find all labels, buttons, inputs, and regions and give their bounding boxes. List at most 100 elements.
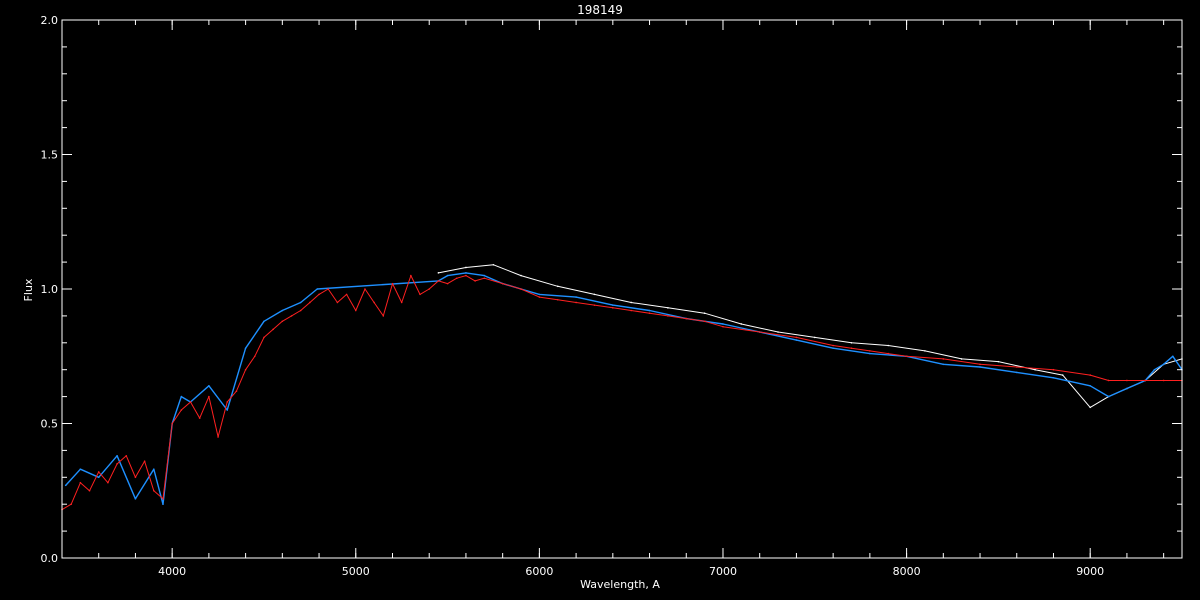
series-2-point bbox=[437, 280, 440, 282]
series-1-point bbox=[483, 274, 486, 277]
series-1-point bbox=[1089, 385, 1091, 387]
series-1-point bbox=[795, 339, 798, 341]
series-2-point bbox=[272, 328, 274, 331]
series-2-point bbox=[364, 288, 366, 290]
series-1-point bbox=[575, 296, 577, 298]
series-2-point bbox=[162, 498, 164, 500]
series-1-point bbox=[446, 274, 449, 277]
series-1-point bbox=[979, 366, 981, 368]
series-2-point bbox=[1126, 379, 1128, 382]
series-2-point bbox=[244, 368, 247, 371]
series-2-point bbox=[455, 277, 458, 280]
series-1-point bbox=[226, 409, 229, 411]
series-1-point bbox=[64, 484, 67, 487]
y-axis-label: Flux bbox=[22, 278, 35, 301]
y-tick-label: 0.5 bbox=[41, 418, 59, 431]
series-2-point bbox=[887, 352, 890, 355]
series-2-point bbox=[446, 282, 449, 285]
series-1-point bbox=[1015, 371, 1018, 374]
series-2-point bbox=[180, 409, 183, 411]
series-1-point bbox=[281, 309, 284, 312]
series-2-point bbox=[235, 390, 238, 393]
series-2-point bbox=[290, 315, 293, 317]
series-2-point bbox=[336, 301, 339, 304]
series-2-point bbox=[116, 463, 118, 465]
y-tick-label: 1.0 bbox=[41, 283, 59, 296]
series-1-point bbox=[299, 301, 302, 304]
series-2-point bbox=[318, 293, 320, 296]
series-0-point bbox=[813, 336, 816, 339]
series-0-point bbox=[924, 350, 926, 352]
series-0-point bbox=[850, 342, 853, 344]
series-1-point bbox=[1107, 395, 1110, 398]
series-2-point bbox=[612, 307, 614, 309]
series-2-point bbox=[685, 317, 688, 320]
series-2-point bbox=[309, 301, 311, 304]
series-0-point bbox=[1089, 406, 1091, 409]
series-2-point bbox=[125, 454, 128, 457]
series-1-point bbox=[162, 503, 164, 506]
series-0-point bbox=[630, 301, 632, 304]
series-1-point bbox=[1126, 387, 1128, 390]
series-2-point bbox=[850, 347, 853, 349]
series-2-point bbox=[556, 298, 559, 301]
series-0-point bbox=[492, 263, 495, 266]
series-2-point bbox=[373, 301, 375, 304]
series-1-point bbox=[153, 468, 155, 471]
series-1-point bbox=[722, 323, 724, 325]
series-2-point bbox=[253, 355, 256, 358]
series-0-point bbox=[520, 274, 522, 277]
series-2-point bbox=[226, 401, 229, 403]
y-tick-label: 0.0 bbox=[41, 552, 59, 565]
series-0-point bbox=[740, 323, 743, 325]
x-axis-label: Wavelength, A bbox=[580, 578, 660, 591]
series-1-point bbox=[832, 347, 834, 349]
series-2-point bbox=[593, 304, 596, 306]
series-1-point bbox=[316, 288, 319, 290]
x-tick-label: 9000 bbox=[1076, 565, 1104, 578]
series-2-point bbox=[575, 301, 577, 304]
series-2-point bbox=[905, 355, 908, 358]
series-1-point bbox=[116, 454, 118, 457]
series-1-point bbox=[942, 363, 945, 366]
series-0-point bbox=[703, 312, 706, 315]
series-2-point bbox=[70, 503, 72, 506]
series-2-point bbox=[520, 288, 522, 290]
series-2-point bbox=[419, 293, 421, 296]
series-2-point bbox=[758, 331, 761, 333]
series-0-point bbox=[437, 272, 440, 274]
series-1-point bbox=[1052, 376, 1055, 379]
chart-title: 198149 bbox=[577, 3, 623, 17]
series-1-point bbox=[1172, 355, 1174, 358]
series-2-point bbox=[134, 476, 137, 479]
series-2-point bbox=[327, 288, 330, 290]
series-1-point bbox=[465, 272, 467, 274]
series-2-point bbox=[354, 309, 357, 312]
series-2-point bbox=[942, 358, 945, 360]
series-2-point bbox=[281, 320, 284, 323]
series-2-point bbox=[97, 471, 100, 473]
series-2-point bbox=[410, 274, 412, 277]
series-2-point bbox=[79, 481, 82, 484]
series-2-point bbox=[391, 282, 394, 285]
series-2-point bbox=[1052, 368, 1055, 371]
series-2-point bbox=[1107, 379, 1110, 382]
series-2-point bbox=[217, 436, 219, 438]
y-tick-label: 2.0 bbox=[41, 14, 59, 27]
series-2-point bbox=[208, 395, 210, 398]
series-1-point bbox=[134, 498, 137, 500]
series-2-point bbox=[501, 282, 504, 285]
series-2-point bbox=[703, 320, 706, 323]
series-1-point bbox=[648, 309, 651, 312]
x-tick-label: 5000 bbox=[342, 565, 370, 578]
series-1-point bbox=[244, 347, 247, 349]
series-1-point bbox=[263, 320, 265, 323]
series-2-point bbox=[198, 417, 201, 419]
series-0-point bbox=[556, 285, 559, 288]
plot-background bbox=[0, 0, 1200, 600]
series-1-point bbox=[208, 385, 210, 387]
series-2-point bbox=[795, 336, 798, 339]
series-2-point bbox=[171, 422, 173, 425]
series-2-point bbox=[869, 350, 871, 352]
series-2-point bbox=[465, 274, 467, 277]
